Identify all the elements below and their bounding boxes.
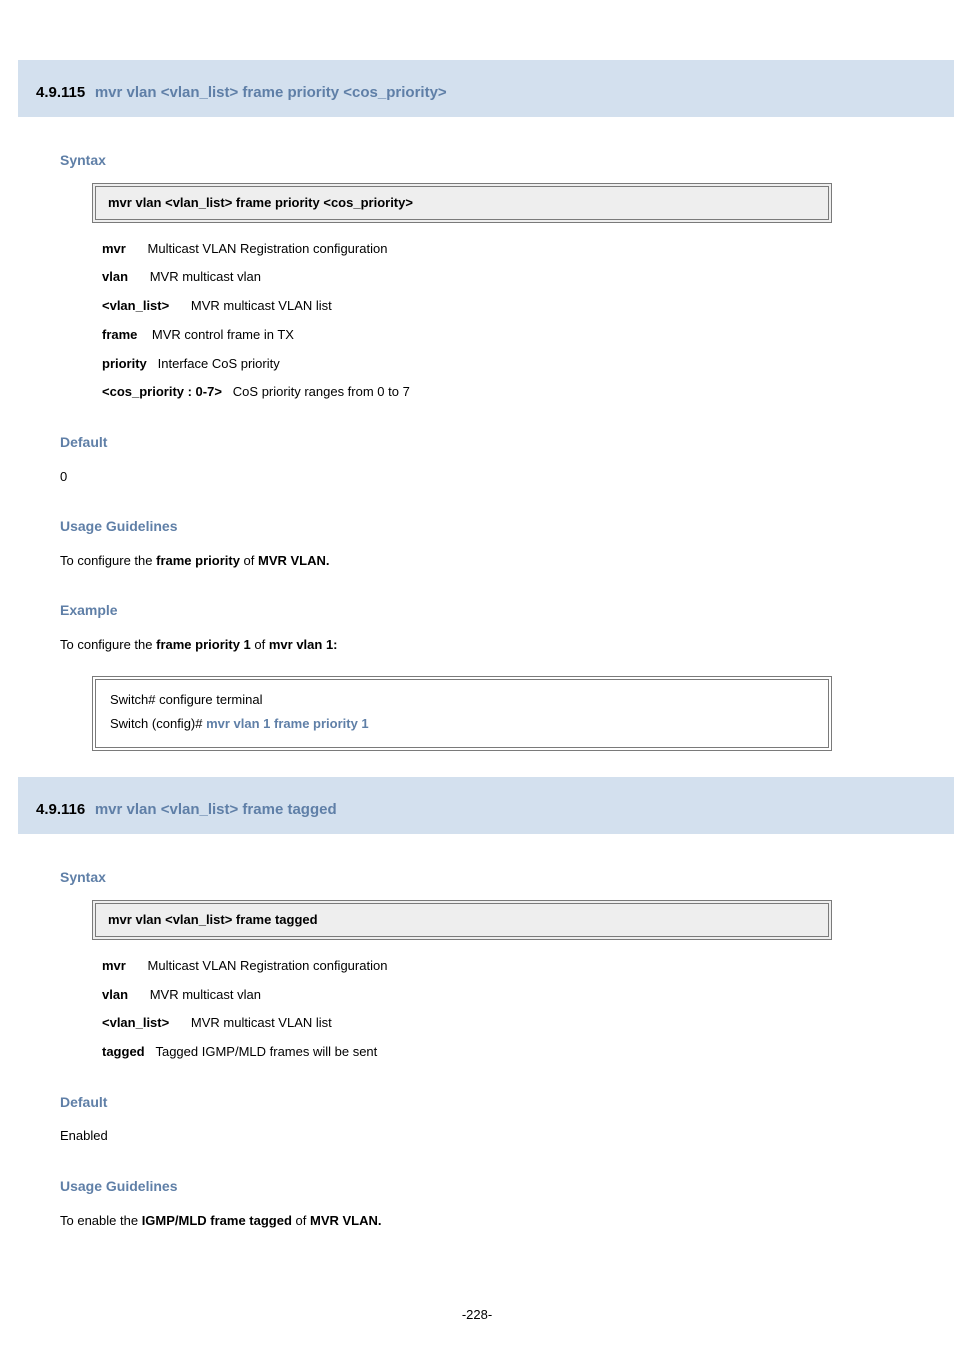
cmd1-p1: mvr vlan [108,195,161,210]
syntax-heading-2: Syntax [60,868,924,888]
usage-1b: frame priority [156,553,240,568]
param-row: tagged Tagged IGMP/MLD frames will be se… [102,1040,924,1065]
param-row: priority Interface CoS priority [102,352,924,377]
ex-1a: To configure the [60,637,156,652]
usage-1c: of [240,553,258,568]
ex-1c: of [251,637,269,652]
ex-out-2b: mvr vlan 1 frame priority 1 [206,716,369,731]
usage-heading-1: Usage Guidelines [60,517,924,537]
section-title-1: mvr vlan <vlan_list> frame priority <cos… [95,84,447,101]
example-output-line: Switch (config)# mvr vlan 1 frame priori… [110,712,814,737]
example-line-1: To configure the frame priority 1 of mvr… [60,633,924,658]
section-banner-1: 4.9.115 mvr vlan <vlan_list> frame prior… [18,60,954,117]
param-row: <vlan_list> MVR multicast VLAN list [102,1011,924,1036]
param-row: <vlan_list> MVR multicast VLAN list [102,294,924,319]
cmd1-p3: <cos_priority> [323,195,413,210]
param-desc: MVR multicast vlan [150,269,261,284]
param-row: vlan MVR multicast vlan [102,265,924,290]
cmd1-p2: <vlan_list> frame priority [165,195,320,210]
section-title-2: mvr vlan <vlan_list> frame tagged [95,801,337,818]
default-heading-1: Default [60,433,924,453]
param-row: vlan MVR multicast vlan [102,983,924,1008]
ex-1d: mvr vlan 1: [269,637,338,652]
syntax-command-box-1: mvr vlan <vlan_list> frame priority <cos… [92,183,832,223]
param-row: frame MVR control frame in TX [102,323,924,348]
param-key: vlan [102,987,128,1002]
default-value-2: Enabled [60,1124,924,1149]
param-key: frame [102,327,137,342]
param-key: priority [102,356,147,371]
usage-2c: of [292,1213,310,1228]
cmd2-p1: mvr vlan [108,912,161,927]
example-output-line: Switch# configure terminal [110,688,814,713]
param-row: mvr Multicast VLAN Registration configur… [102,954,924,979]
param-desc: Multicast VLAN Registration configuratio… [148,241,388,256]
example-output-box-1: Switch# configure terminal Switch (confi… [92,676,832,751]
section-number-1: 4.9.115 [36,84,85,101]
param-desc: MVR multicast VLAN list [191,1015,332,1030]
param-desc: MVR control frame in TX [152,327,294,342]
param-desc: Multicast VLAN Registration configuratio… [148,958,388,973]
param-key: <vlan_list> [102,1015,169,1030]
param-key: vlan [102,269,128,284]
usage-heading-2: Usage Guidelines [60,1177,924,1197]
syntax-command-box-2: mvr vlan <vlan_list> frame tagged [92,900,832,940]
param-key: mvr [102,241,126,256]
usage-1a: To configure the [60,553,156,568]
ex-1b: frame priority 1 [156,637,251,652]
usage-1d: MVR VLAN. [258,553,330,568]
param-row: <cos_priority : 0-7> CoS priority ranges… [102,380,924,405]
default-heading-2: Default [60,1093,924,1113]
cmd2-p2: <vlan_list> frame tagged [165,912,317,927]
usage-line-1: To configure the frame priority of MVR V… [60,549,924,574]
param-desc: CoS priority ranges from 0 to 7 [233,384,410,399]
param-desc: Tagged IGMP/MLD frames will be sent [155,1044,377,1059]
section-banner-2: 4.9.116 mvr vlan <vlan_list> frame tagge… [18,777,954,834]
param-row: mvr Multicast VLAN Registration configur… [102,237,924,262]
example-heading-1: Example [60,601,924,621]
param-key: tagged [102,1044,145,1059]
usage-2b: IGMP/MLD frame tagged [142,1213,292,1228]
param-key: <cos_priority : 0-7> [102,384,222,399]
page-number: -228- [0,1306,954,1324]
syntax-heading-1: Syntax [60,151,924,171]
param-key: <vlan_list> [102,298,169,313]
section-number-2: 4.9.116 [36,801,85,818]
param-key: mvr [102,958,126,973]
usage-2d: MVR VLAN. [310,1213,382,1228]
default-value-1: 0 [60,465,924,490]
ex-out-2a: Switch (config)# [110,716,206,731]
usage-line-2: To enable the IGMP/MLD frame tagged of M… [60,1209,924,1234]
usage-2a: To enable the [60,1213,142,1228]
param-desc: MVR multicast VLAN list [191,298,332,313]
param-desc: MVR multicast vlan [150,987,261,1002]
param-desc: Interface CoS priority [158,356,280,371]
